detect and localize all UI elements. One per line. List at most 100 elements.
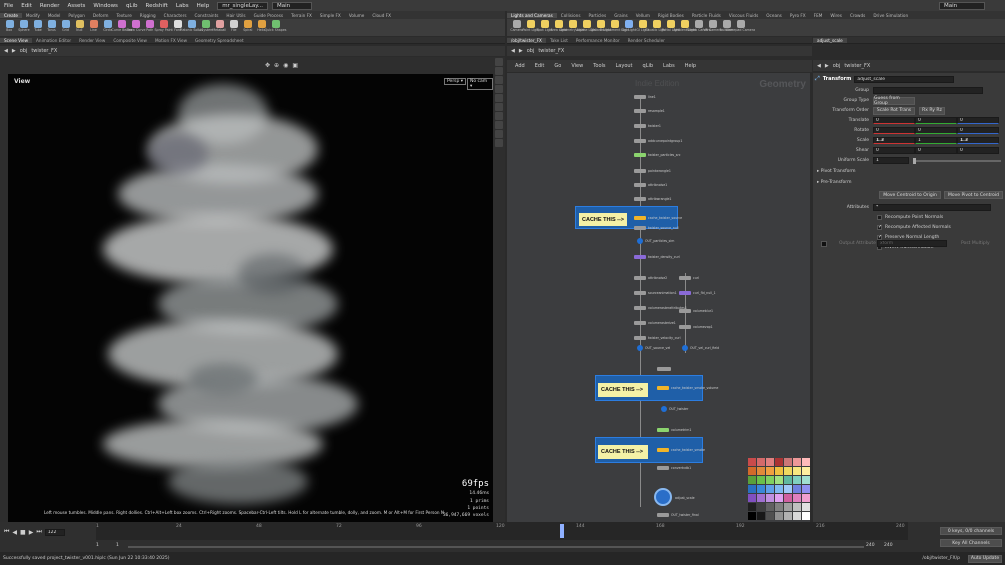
pre-transform-folder[interactable]: ▸ Pre-Transform xyxy=(817,180,851,185)
network-menu-item[interactable]: Help xyxy=(681,63,700,69)
palette-swatch[interactable] xyxy=(757,494,765,502)
menu-assets[interactable]: Assets xyxy=(63,3,89,9)
back-arrow-icon[interactable]: ◀ xyxy=(4,48,8,54)
node-volumerasterattributes1[interactable] xyxy=(634,306,646,310)
palette-swatch[interactable] xyxy=(775,494,783,502)
translate-x[interactable]: 0 xyxy=(873,117,915,124)
menu-file[interactable]: File xyxy=(0,3,17,9)
node-path-display[interactable]: /obj/twister_FX/p xyxy=(922,556,960,561)
pane-tab[interactable]: adjust_scale xyxy=(813,37,847,43)
shelf-tab[interactable]: Create xyxy=(0,12,22,18)
shelf-tab[interactable]: Model xyxy=(44,13,65,18)
rotate-x[interactable]: 0 xyxy=(873,127,915,134)
node-curl-fld-null[interactable] xyxy=(679,291,691,295)
translate-y[interactable]: 0 xyxy=(915,117,957,124)
menu-windows[interactable]: Windows xyxy=(89,3,122,9)
params-forward-icon[interactable]: ▶ xyxy=(825,63,829,69)
node-curl[interactable] xyxy=(679,276,691,280)
network-menu-item[interactable]: Layout xyxy=(612,63,637,69)
pane-tab[interactable]: /obj/twister_FX xyxy=(507,37,546,43)
path-obj[interactable]: obj xyxy=(20,48,28,54)
shelf-tab[interactable]: FEM xyxy=(810,13,827,18)
palette-swatch[interactable] xyxy=(784,485,792,493)
wireframe-icon[interactable] xyxy=(495,85,503,93)
rotate-z[interactable]: 0 xyxy=(957,127,999,134)
palette-swatch[interactable] xyxy=(748,503,756,511)
node-volumetrim[interactable] xyxy=(657,428,669,432)
palette-swatch[interactable] xyxy=(766,485,774,493)
move-pivot-centroid-button[interactable]: Move Pivot to Centroid xyxy=(944,191,1003,199)
shelf-tab[interactable]: Constraints xyxy=(191,13,223,18)
palette-swatch[interactable] xyxy=(775,458,783,466)
palette-swatch[interactable] xyxy=(802,512,810,520)
network-menu-item[interactable]: View xyxy=(567,63,587,69)
menu-qlib[interactable]: qLib xyxy=(122,3,142,9)
palette-swatch[interactable] xyxy=(793,494,801,502)
shear-z[interactable]: 0 xyxy=(957,147,999,154)
shelf-tab[interactable]: Collisions xyxy=(557,13,585,18)
range-slider[interactable] xyxy=(128,546,864,548)
shelf-tab[interactable]: Oceans xyxy=(762,13,786,18)
shelf-tool[interactable]: Spiral xyxy=(241,19,254,32)
recompute-affected-normals-toggle[interactable]: Recompute Affected Normals xyxy=(877,224,951,230)
node-network-editor[interactable]: Indie Edition Geometry CACHE THIS --> CA… xyxy=(507,73,810,522)
shelf-tab[interactable]: Volume xyxy=(345,13,369,18)
node-adjust-scale-selected[interactable] xyxy=(654,488,672,506)
shelf-tab[interactable]: Vellum xyxy=(632,13,654,18)
pane-tab[interactable]: Take List xyxy=(546,38,572,43)
shelf-tab[interactable]: Terrain FX xyxy=(287,13,316,18)
scene-file-selector[interactable]: mr_singleLay... xyxy=(217,1,268,10)
shelf-tool[interactable]: Platonic Solids xyxy=(180,19,203,32)
cache-note-1[interactable]: CACHE THIS --> xyxy=(579,213,627,226)
playhead[interactable] xyxy=(560,524,564,538)
palette-swatch[interactable] xyxy=(775,503,783,511)
palette-swatch[interactable] xyxy=(802,458,810,466)
display-icon[interactable]: ▣ xyxy=(292,62,298,69)
current-frame-field[interactable]: 122 xyxy=(44,528,65,536)
palette-swatch[interactable] xyxy=(748,512,756,520)
shelf-tab[interactable]: Polygon xyxy=(64,13,88,18)
shelf-tab[interactable]: Grains xyxy=(610,13,632,18)
node-pointwrangle1[interactable] xyxy=(634,169,646,173)
shelf-tab[interactable]: Crowds xyxy=(846,13,869,18)
menu-redshift[interactable]: Redshift xyxy=(142,3,172,9)
path-node[interactable]: twister_FX xyxy=(31,48,57,54)
shelf-tab[interactable]: Guide Process xyxy=(250,13,288,18)
node-addcurvepointgroup1[interactable] xyxy=(634,139,646,143)
jump-end-icon[interactable]: ⏭ xyxy=(36,528,41,536)
palette-swatch[interactable] xyxy=(766,494,774,502)
shelf-tab[interactable]: Texture xyxy=(112,13,135,18)
palette-swatch[interactable] xyxy=(757,467,765,475)
shelf-tool[interactable]: Line xyxy=(87,19,100,32)
palette-swatch[interactable] xyxy=(766,476,774,484)
point-display-icon[interactable] xyxy=(495,103,503,111)
palette-swatch[interactable] xyxy=(802,476,810,484)
network-menu-item[interactable]: Go xyxy=(550,63,565,69)
palette-swatch[interactable] xyxy=(748,458,756,466)
shelf-tab[interactable]: Viscous Fluids xyxy=(725,13,762,18)
network-menu-item[interactable]: Tools xyxy=(589,63,609,69)
palette-swatch[interactable] xyxy=(784,458,792,466)
play-icon[interactable]: ▶ xyxy=(29,529,34,536)
shelf-tool[interactable]: Sphere xyxy=(17,19,30,32)
palette-swatch[interactable] xyxy=(757,458,765,466)
shelf-tool[interactable]: Spray Paint xyxy=(154,19,173,32)
palette-swatch[interactable] xyxy=(784,467,792,475)
node-twister-density-curl[interactable] xyxy=(634,255,646,259)
stop-icon[interactable]: ■ xyxy=(20,529,26,536)
palette-swatch[interactable] xyxy=(802,503,810,511)
node-attribnoise1[interactable] xyxy=(634,183,646,187)
net-path-node[interactable]: twister_FX xyxy=(538,48,564,54)
shelf-tool[interactable]: Metaball xyxy=(213,19,226,32)
shelf-tab[interactable]: Characters xyxy=(160,13,191,18)
node-volumerasterize1[interactable] xyxy=(634,321,646,325)
shelf-tab[interactable]: Particle Fluids xyxy=(688,13,725,18)
handle-icon[interactable]: ⊕ xyxy=(274,62,279,69)
node-attribnoise2[interactable] xyxy=(634,276,646,280)
group-field[interactable] xyxy=(873,87,983,94)
node-twister-source-null[interactable] xyxy=(634,226,646,230)
net-forward-arrow-icon[interactable]: ▶ xyxy=(519,48,523,54)
start-frame-2[interactable]: 1 xyxy=(116,543,119,548)
pane-tab[interactable]: Performance Monitor xyxy=(572,38,624,43)
node-line1[interactable] xyxy=(634,95,646,99)
